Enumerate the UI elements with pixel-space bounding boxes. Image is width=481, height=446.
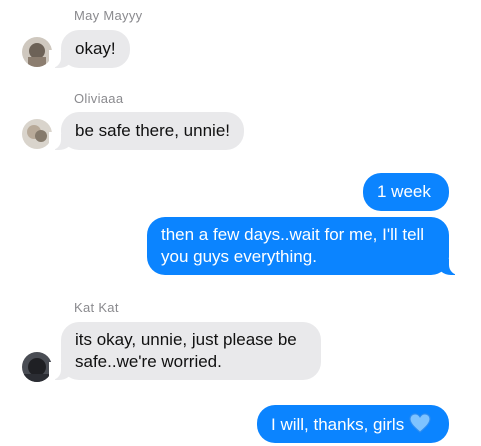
message-bubble[interactable]: be safe there, unnie! [48,112,245,150]
message-text-line: then a few days..wait for me, I'll tell [161,225,425,244]
avatar[interactable] [22,352,52,382]
avatar-photo-icon [22,37,52,67]
message-bubble[interactable]: 1 week [363,173,449,211]
message-text-line: you guys everything. [161,247,317,266]
message-bubble[interactable]: then a few days..wait for me, I'll tell … [147,217,461,275]
message-text: be safe there, unnie! [75,121,231,140]
blue-heart-icon [409,413,431,433]
message-text-line: safe..we're worried. [75,352,222,371]
sender-name: May Mayyy [74,8,143,23]
message-bubble[interactable]: its okay, unnie, just please be safe..we… [49,322,321,380]
avatar-photo-icon [22,119,52,149]
avatar-photo-icon [22,352,52,382]
message-text: I will, thanks, girls [271,415,405,434]
avatar[interactable] [22,119,52,149]
sender-name: Kat Kat [74,300,119,315]
avatar[interactable] [22,37,52,67]
message-text: okay! [75,39,116,58]
sender-name: Oliviaaa [74,91,124,106]
message-bubble[interactable]: I will, thanks, girls [257,405,449,443]
message-text: 1 week [377,182,431,201]
message-bubble[interactable]: okay! [49,30,130,68]
message-text-line: its okay, unnie, just please be [75,330,297,349]
